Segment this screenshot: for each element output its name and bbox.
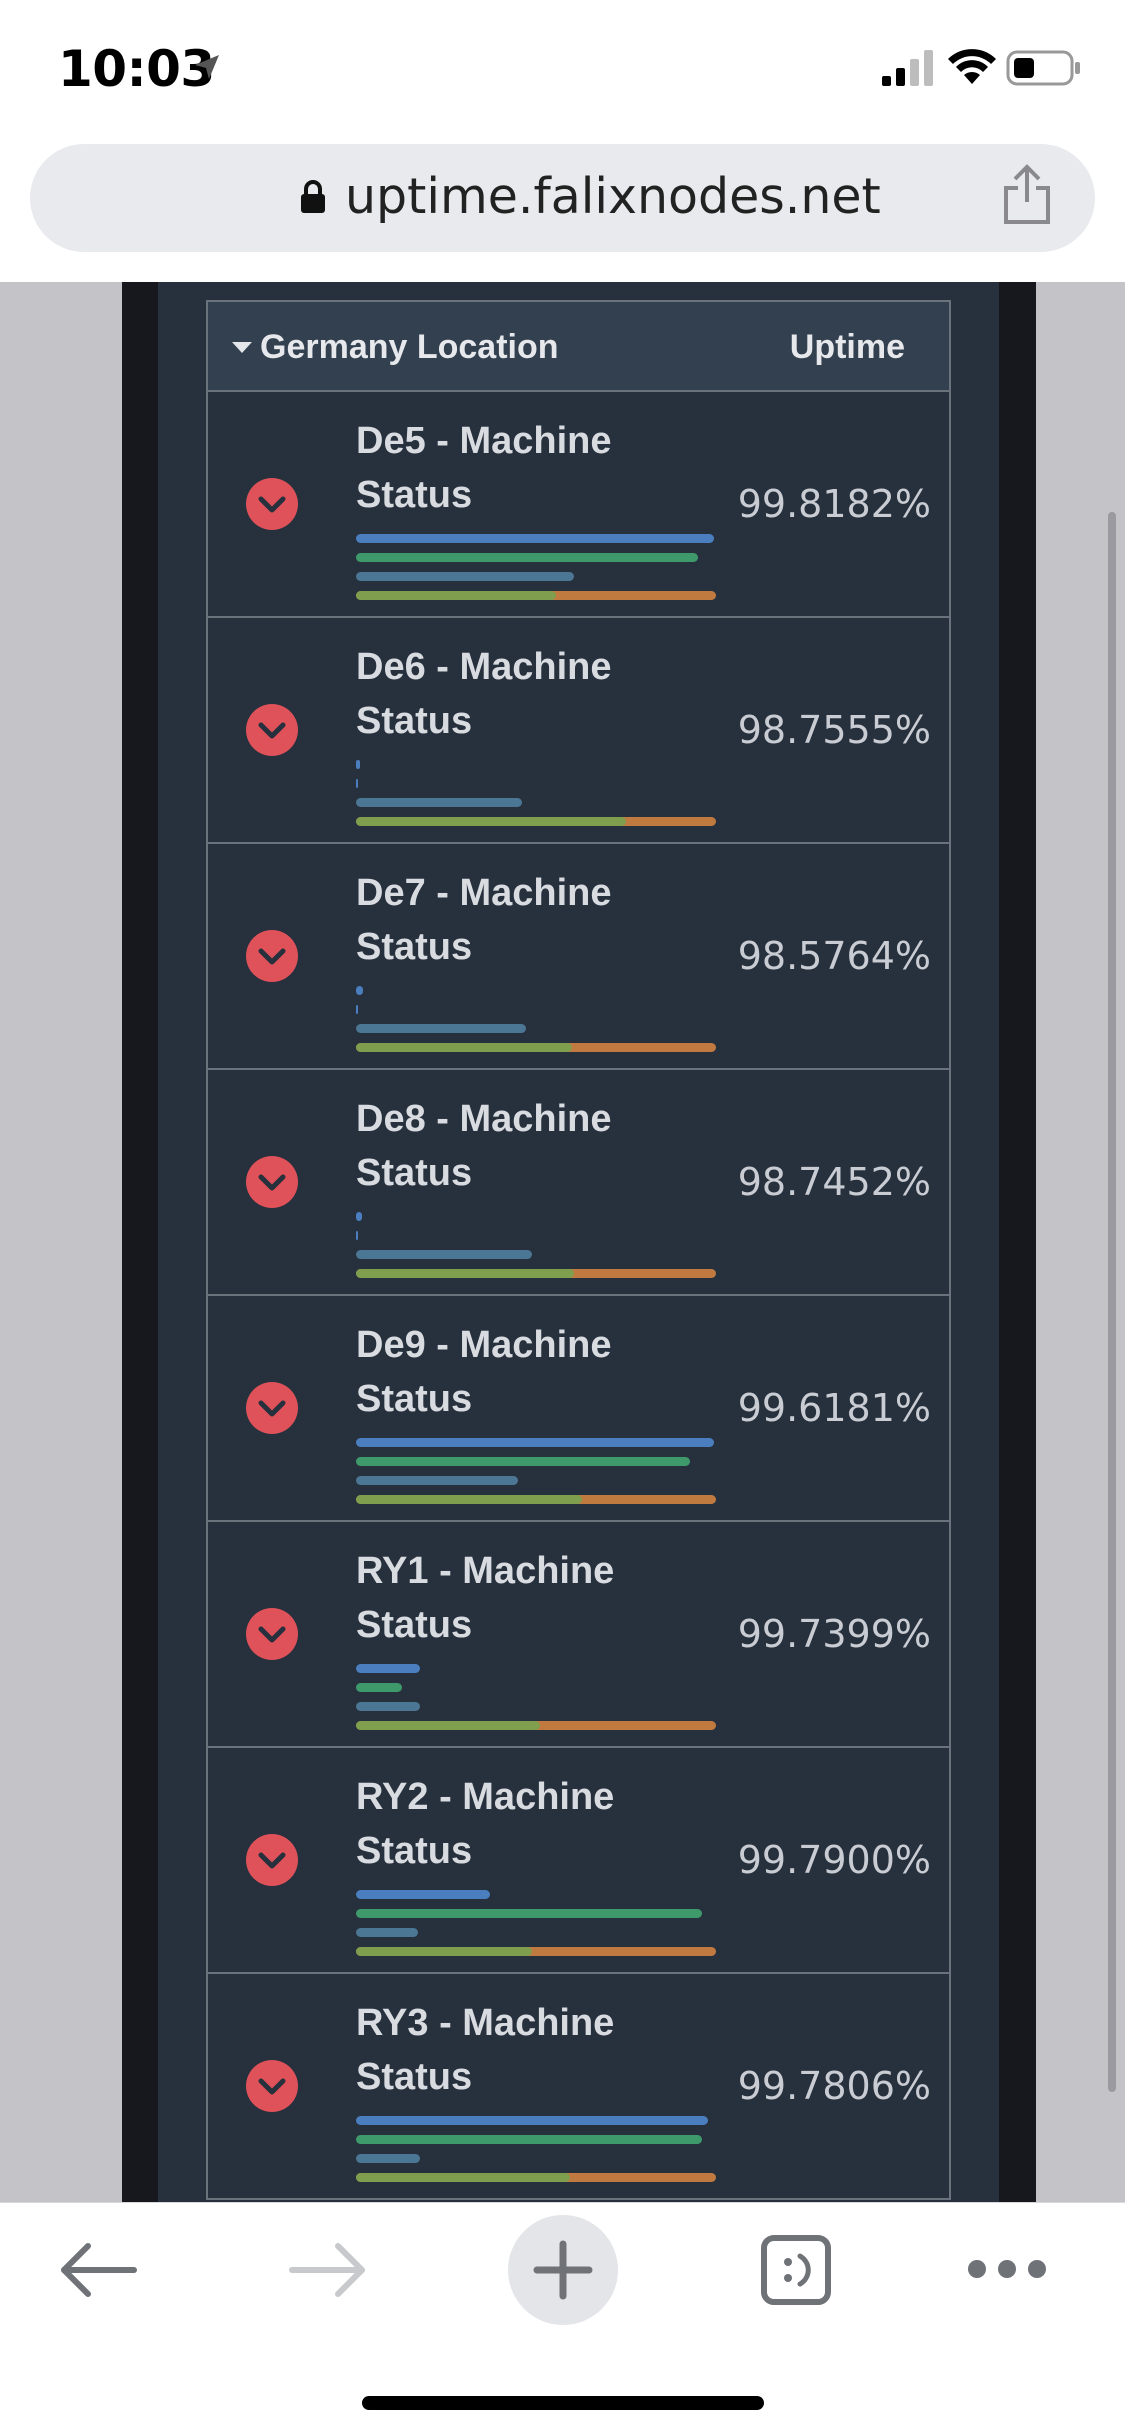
usage-bar xyxy=(356,779,358,788)
usage-bar xyxy=(356,1495,716,1504)
usage-bar xyxy=(356,986,363,995)
location-header[interactable]: Germany Location xyxy=(260,328,559,367)
usage-bar xyxy=(356,1043,716,1052)
usage-bars xyxy=(356,2112,718,2192)
usage-bar xyxy=(356,1269,716,1278)
wifi-icon xyxy=(948,49,996,84)
usage-bars xyxy=(356,756,718,836)
usage-bars xyxy=(356,530,718,610)
usage-bar xyxy=(356,1476,518,1485)
usage-bars xyxy=(356,1208,718,1288)
usage-bar xyxy=(356,1890,490,1899)
usage-bars xyxy=(356,1886,718,1966)
usage-bar xyxy=(356,1231,358,1240)
chevron-down-circle-icon xyxy=(246,704,298,756)
machine-name[interactable]: De5 - Machine Status xyxy=(356,414,696,522)
usage-bar xyxy=(356,553,698,562)
caret-down-icon[interactable] xyxy=(232,342,252,353)
usage-bar xyxy=(356,1664,420,1673)
usage-bars xyxy=(356,982,718,1062)
uptime-value: 99.8182% xyxy=(737,482,931,526)
web-content: Germany Location Uptime De5 - Machine St… xyxy=(0,282,1125,2202)
table-header[interactable]: Germany Location Uptime xyxy=(206,300,951,392)
uptime-value: 99.7399% xyxy=(737,1612,931,1656)
lock-icon xyxy=(301,180,325,213)
usage-bar xyxy=(356,798,522,807)
new-tab-button[interactable] xyxy=(508,2215,618,2325)
usage-bar xyxy=(356,1024,526,1033)
usage-bar xyxy=(356,1721,716,1730)
table-row[interactable]: De7 - Machine Status 98.5764% xyxy=(206,844,951,1070)
machine-name[interactable]: De6 - Machine Status xyxy=(356,640,696,748)
tabs-icon[interactable] xyxy=(760,2234,832,2306)
share-icon[interactable] xyxy=(1000,164,1054,226)
uptime-value: 99.7806% xyxy=(737,2064,931,2108)
status-table: Germany Location Uptime De5 - Machine St… xyxy=(206,300,951,2200)
url-text[interactable]: uptime.falixnodes.net xyxy=(345,168,881,225)
chevron-down-circle-icon xyxy=(246,930,298,982)
usage-bar xyxy=(356,534,714,543)
chevron-down-circle-icon xyxy=(246,1156,298,1208)
uptime-value: 98.5764% xyxy=(737,934,931,978)
table-row[interactable]: RY3 - Machine Status 99.7806% xyxy=(206,1974,951,2200)
table-row[interactable]: RY1 - Machine Status 99.7399% xyxy=(206,1522,951,1748)
usage-bar xyxy=(356,1005,358,1014)
usage-bars xyxy=(356,1434,718,1514)
scrollbar[interactable] xyxy=(1108,512,1116,2092)
usage-bar xyxy=(356,1909,702,1918)
uptime-header: Uptime xyxy=(789,328,905,366)
table-row[interactable]: RY2 - Machine Status 99.7900% xyxy=(206,1748,951,1974)
table-row[interactable]: De9 - Machine Status 99.6181% xyxy=(206,1296,951,1522)
uptime-value: 98.7452% xyxy=(737,1160,931,1204)
machine-name[interactable]: De9 - Machine Status xyxy=(356,1318,696,1426)
uptime-value: 98.7555% xyxy=(737,708,931,752)
chevron-down-circle-icon xyxy=(246,1834,298,1886)
usage-bar xyxy=(356,572,574,581)
machine-name[interactable]: RY2 - Machine Status xyxy=(356,1770,696,1878)
machine-name[interactable]: RY1 - Machine Status xyxy=(356,1544,696,1652)
usage-bars xyxy=(356,1660,718,1740)
usage-bar xyxy=(356,1457,690,1466)
chevron-down-circle-icon xyxy=(246,478,298,530)
usage-bar xyxy=(356,1438,714,1447)
plus-icon xyxy=(533,2240,593,2300)
home-indicator[interactable] xyxy=(362,2396,764,2410)
machine-name[interactable]: De8 - Machine Status xyxy=(356,1092,696,1200)
machine-name[interactable]: De7 - Machine Status xyxy=(356,866,696,974)
usage-bar xyxy=(356,2154,420,2163)
chevron-down-circle-icon xyxy=(246,1382,298,1434)
usage-bar xyxy=(356,2116,708,2125)
chevron-down-circle-icon xyxy=(246,2060,298,2112)
uptime-value: 99.7900% xyxy=(737,1838,931,1882)
usage-bar xyxy=(356,1683,402,1692)
usage-bar xyxy=(356,1928,418,1937)
back-arrow-icon[interactable] xyxy=(58,2240,138,2300)
chevron-down-circle-icon xyxy=(246,1608,298,1660)
usage-bar xyxy=(356,1212,362,1221)
usage-bar xyxy=(356,760,360,769)
usage-bar xyxy=(356,2135,702,2144)
cellular-signal-icon xyxy=(882,50,933,86)
more-icon[interactable] xyxy=(966,2258,1048,2280)
battery-icon xyxy=(1006,50,1080,86)
table-row[interactable]: De8 - Machine Status 98.7452% xyxy=(206,1070,951,1296)
usage-bar xyxy=(356,1250,532,1259)
usage-bar xyxy=(356,817,716,826)
usage-bar xyxy=(356,2173,716,2182)
table-row[interactable]: De6 - Machine Status 98.7555% xyxy=(206,618,951,844)
usage-bar xyxy=(356,591,716,600)
uptime-value: 99.6181% xyxy=(737,1386,931,1430)
location-arrow-icon xyxy=(195,55,219,79)
table-row[interactable]: De5 - Machine Status 99.8182% xyxy=(206,392,951,618)
machine-name[interactable]: RY3 - Machine Status xyxy=(356,1996,696,2104)
usage-bar xyxy=(356,1947,716,1956)
forward-arrow-icon[interactable] xyxy=(288,2240,368,2300)
usage-bar xyxy=(356,1702,420,1711)
status-bar: 10:03 xyxy=(0,0,1125,140)
